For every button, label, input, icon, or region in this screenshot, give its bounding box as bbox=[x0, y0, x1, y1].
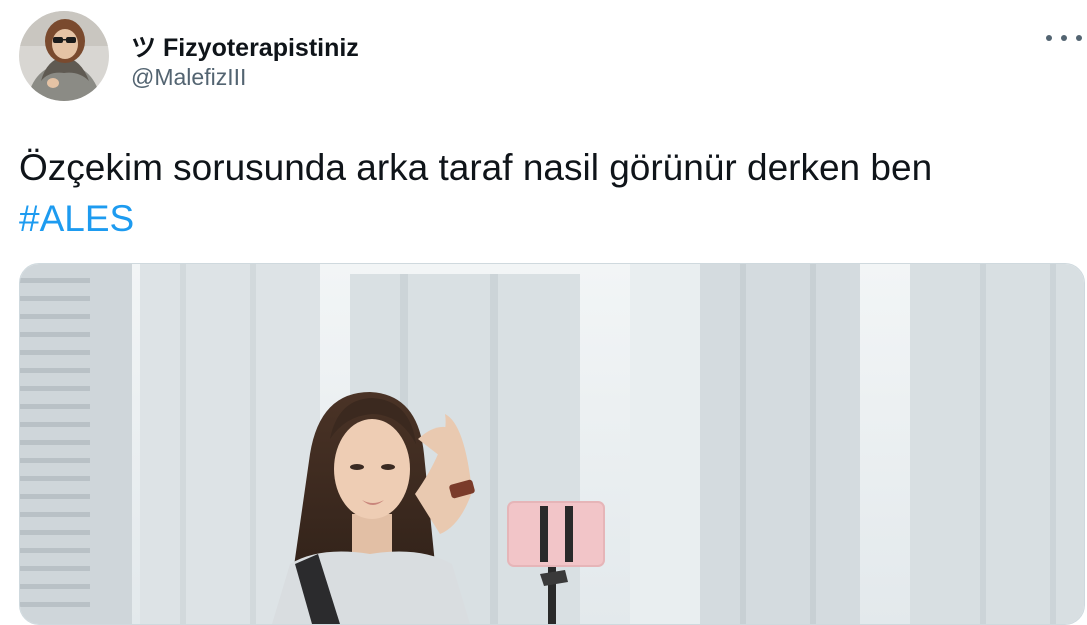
tweet-media-photo[interactable] bbox=[19, 263, 1085, 625]
avatar[interactable] bbox=[19, 11, 109, 101]
user-handle[interactable]: @MalefizIII bbox=[131, 64, 246, 91]
more-horizontal-icon-dot bbox=[1061, 35, 1067, 41]
more-horizontal-icon-dot bbox=[1076, 35, 1082, 41]
more-options-button[interactable] bbox=[1046, 29, 1082, 47]
avatar-image bbox=[19, 11, 109, 101]
selfie-photo bbox=[20, 264, 1084, 624]
tweet-body: Özçekim sorusunda arka taraf nasil görün… bbox=[19, 147, 933, 188]
tweet-text: Özçekim sorusunda arka taraf nasil görün… bbox=[19, 142, 1085, 244]
display-name[interactable]: ツ Fizyoterapistiniz bbox=[131, 28, 359, 64]
hashtag-link[interactable]: #ALES bbox=[19, 198, 134, 239]
more-horizontal-icon bbox=[1046, 35, 1052, 41]
tweet-card: ツ Fizyoterapistiniz @MalefizIII Özçekim … bbox=[0, 0, 1087, 625]
